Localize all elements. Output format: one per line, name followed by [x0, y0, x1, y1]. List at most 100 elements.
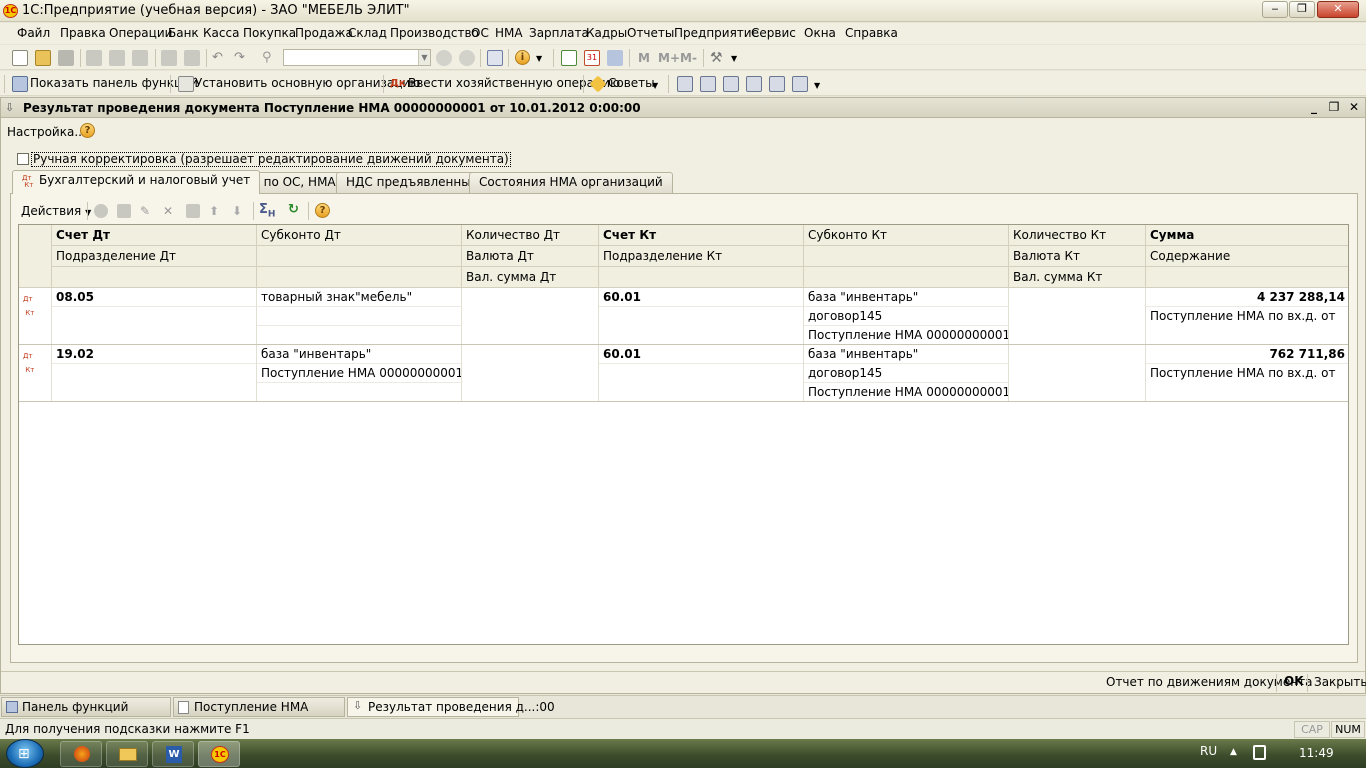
menu-operations[interactable]: Операции: [109, 26, 172, 40]
dt-division-cell[interactable]: [52, 307, 257, 345]
memory-plus-icon[interactable]: M+: [658, 51, 680, 65]
settings-link[interactable]: Настройка...: [7, 125, 86, 139]
tools-icon[interactable]: ⚒: [710, 50, 726, 66]
menu-os[interactable]: ОС: [471, 26, 489, 40]
copy-row-icon[interactable]: [117, 204, 131, 218]
close-document-button[interactable]: Закрыть: [1314, 675, 1366, 689]
kt-quantity-cell[interactable]: [1009, 288, 1146, 345]
search-combo[interactable]: ▼: [283, 49, 431, 66]
report-icon[interactable]: [769, 76, 785, 92]
dt-subconto-cell[interactable]: [257, 307, 462, 326]
taskbar-explorer[interactable]: [106, 741, 148, 767]
windows-icon[interactable]: [487, 50, 503, 66]
taskbar-word[interactable]: W: [152, 741, 194, 767]
chevron-down-icon[interactable]: ▼: [731, 54, 737, 63]
start-button[interactable]: ⊞: [6, 739, 44, 768]
column-header[interactable]: Вал. сумма Кт: [1009, 267, 1146, 288]
set-main-org-button[interactable]: Установить основную организацию: [195, 76, 420, 90]
network-icon[interactable]: [1253, 745, 1266, 760]
menu-staff[interactable]: Кадры: [586, 26, 627, 40]
find-next-icon[interactable]: [436, 50, 452, 66]
menu-warehouse[interactable]: Склад: [348, 26, 387, 40]
dt-subconto-cell[interactable]: [257, 383, 462, 402]
kt-account-cell[interactable]: 60.01: [599, 288, 804, 307]
window-tab-result[interactable]: ⇩ Результат проведения д...:00: [347, 697, 555, 717]
doc-close-button[interactable]: ✕: [1347, 100, 1361, 114]
new-document-icon[interactable]: [12, 50, 28, 66]
paste-icon[interactable]: [132, 50, 148, 66]
function-panel-icon[interactable]: [12, 76, 28, 92]
users-icon[interactable]: [607, 50, 623, 66]
kt-subconto-cell[interactable]: договор145: [804, 364, 1009, 383]
chevron-down-icon[interactable]: ▼: [814, 81, 820, 90]
sum-cell[interactable]: 4 237 288,14: [1146, 288, 1348, 307]
tab-vat-presented[interactable]: НДС предъявленный: [336, 172, 489, 193]
menu-service[interactable]: Сервис: [751, 26, 796, 40]
open-folder-icon[interactable]: [35, 50, 51, 66]
calculator-icon[interactable]: [561, 50, 577, 66]
column-header[interactable]: Счет Кт: [599, 225, 804, 246]
column-header[interactable]: Вал. сумма Дт: [462, 267, 599, 288]
column-header[interactable]: [1146, 267, 1348, 288]
memory-m-icon[interactable]: M: [638, 51, 650, 65]
actions-menu[interactable]: Действия ▼: [21, 204, 91, 218]
cut-icon[interactable]: [86, 50, 102, 66]
manual-correction-checkbox[interactable]: [17, 153, 29, 165]
menu-windows[interactable]: Окна: [804, 26, 836, 40]
memory-minus-icon[interactable]: M-: [680, 51, 697, 65]
dt-kt-icon[interactable]: Дк: [390, 76, 406, 92]
menu-help[interactable]: Справка: [845, 26, 898, 40]
column-header[interactable]: Субконто Дт: [257, 225, 462, 246]
menu-file[interactable]: Файл: [17, 26, 50, 40]
print-icon[interactable]: [161, 50, 177, 66]
tips-button[interactable]: Советы: [608, 76, 655, 90]
dt-quantity-cell[interactable]: [462, 288, 599, 345]
sum-icon[interactable]: ΣН: [259, 202, 275, 220]
tab-nma-states[interactable]: Состояния НМА организаций: [469, 172, 673, 193]
show-function-panel-button[interactable]: Показать панель функций: [30, 76, 198, 90]
dt-subconto-cell[interactable]: база "инвентарь": [257, 345, 462, 364]
document-journal-icon[interactable]: [700, 76, 716, 92]
content-cell[interactable]: Поступление НМА по вх.д. от: [1146, 307, 1348, 345]
column-header[interactable]: Субконто Кт: [804, 225, 1009, 246]
redo-icon[interactable]: ↷: [234, 50, 250, 66]
column-header[interactable]: Количество Кт: [1009, 225, 1146, 246]
settings-report-icon[interactable]: [792, 76, 808, 92]
employees-icon[interactable]: [723, 76, 739, 92]
column-header[interactable]: Счет Дт: [52, 225, 257, 246]
copy-icon[interactable]: [109, 50, 125, 66]
ok-button[interactable]: OK: [1284, 674, 1304, 688]
chevron-down-icon[interactable]: ▼: [536, 54, 542, 63]
tray-arrow-icon[interactable]: ▲: [1230, 747, 1237, 757]
move-down-icon[interactable]: ⬇: [232, 204, 246, 218]
column-header[interactable]: [804, 267, 1009, 288]
sum-cell[interactable]: 762 711,86: [1146, 345, 1348, 364]
column-header[interactable]: [804, 246, 1009, 267]
taskbar-1c[interactable]: 1С: [198, 741, 240, 767]
move-up-icon[interactable]: ⬆: [209, 204, 223, 218]
menu-enterprise[interactable]: Предприятие: [674, 26, 759, 40]
menu-bank[interactable]: Банк: [168, 26, 199, 40]
column-header[interactable]: [52, 267, 257, 288]
calendar-icon[interactable]: 31: [584, 50, 600, 66]
menu-production[interactable]: Производство: [390, 26, 479, 40]
column-header[interactable]: Подразделение Дт: [52, 246, 257, 267]
menu-edit[interactable]: Правка: [60, 26, 106, 40]
edit-icon[interactable]: ✎: [140, 204, 154, 218]
kt-division-cell[interactable]: [599, 307, 804, 345]
dt-quantity-cell[interactable]: [462, 345, 599, 402]
language-indicator[interactable]: RU: [1200, 744, 1217, 758]
refresh-icon[interactable]: ↻: [288, 202, 299, 217]
help-icon[interactable]: ?: [80, 123, 95, 138]
kt-subconto-cell[interactable]: договор145: [804, 307, 1009, 326]
dt-division-cell[interactable]: [52, 364, 257, 402]
save-row-icon[interactable]: [186, 204, 200, 218]
save-icon[interactable]: [58, 50, 74, 66]
window-tab-function-panel[interactable]: Панель функций: [1, 697, 171, 717]
doc-minimize-button[interactable]: _: [1307, 100, 1321, 114]
people-icon[interactable]: [746, 76, 762, 92]
column-header[interactable]: Валюта Кт: [1009, 246, 1146, 267]
tab-accounting[interactable]: Дт Кт Бухгалтерский и налоговый учет: [12, 170, 261, 194]
chevron-down-icon[interactable]: ▼: [652, 81, 658, 90]
kt-subconto-cell[interactable]: база "инвентарь": [804, 288, 1009, 307]
